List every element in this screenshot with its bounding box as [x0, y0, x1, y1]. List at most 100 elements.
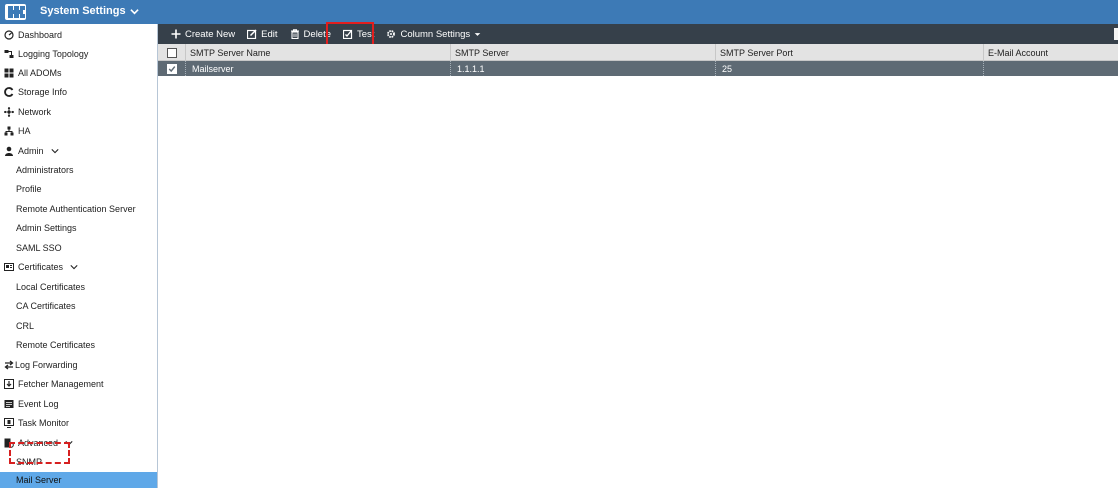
forward-icon [4, 359, 14, 370]
column-header-email-account[interactable]: E-Mail Account [984, 44, 1118, 61]
create-new-label: Create New [185, 28, 236, 40]
app-logo-icon[interactable] [5, 4, 26, 20]
edit-button[interactable]: Edit [241, 24, 283, 44]
delete-button[interactable]: Delete [284, 24, 337, 44]
sidebar-item-dashboard[interactable]: Dashboard [0, 25, 157, 44]
sidebar-item-label: Certificates [18, 261, 64, 272]
system-settings-menu[interactable]: System Settings [40, 5, 139, 17]
sidebar-item-label: All ADOMs [18, 67, 62, 78]
sidebar-item-event-log[interactable]: Event Log [0, 394, 157, 413]
column-header-smtp-server-port[interactable]: SMTP Server Port [716, 44, 984, 61]
ha-icon [4, 126, 14, 136]
sidebar-item-label: Local Certificates [16, 281, 86, 292]
sidebar-item-label: SNMP [16, 456, 43, 467]
chevron-down-icon [70, 264, 78, 269]
delete-label: Delete [303, 28, 332, 40]
column-header-label: SMTP Server [455, 47, 509, 58]
sidebar-item-snmp[interactable]: SNMP [0, 452, 157, 471]
sidebar-item-ha[interactable]: HA [0, 121, 157, 140]
adoms-icon [4, 68, 14, 78]
app-title-label: System Settings [40, 5, 126, 17]
cell-text: 1.1.1.1 [457, 63, 485, 74]
column-header-smtp-server[interactable]: SMTP Server [451, 44, 716, 61]
cell-smtp-server: 1.1.1.1 [451, 61, 716, 76]
topology-icon [4, 49, 14, 59]
column-header-label: SMTP Server Port [720, 47, 793, 58]
sidebar-item-fetcher-management[interactable]: Fetcher Management [0, 374, 157, 393]
toolbar: Create New Edit Delete Test Column Setti… [158, 24, 1118, 44]
sidebar-item-label: Task Monitor [18, 417, 70, 428]
sidebar-item-saml-sso[interactable]: SAML SSO [0, 238, 157, 257]
test-button[interactable]: Test [337, 24, 380, 44]
sidebar-item-crl[interactable]: CRL [0, 316, 157, 335]
sidebar-item-admin[interactable]: Admin [0, 141, 157, 160]
sidebar-item-label: Event Log [18, 398, 59, 409]
row-checkbox[interactable] [167, 63, 177, 74]
column-header-label: E-Mail Account [988, 47, 1049, 58]
edit-icon [247, 29, 257, 39]
sidebar-item-label: SAML SSO [16, 242, 62, 253]
caret-down-icon [474, 32, 481, 36]
dashboard-icon [4, 29, 14, 40]
toolbar-search-edge[interactable] [1114, 28, 1118, 40]
sidebar-item-label: Network [18, 106, 52, 117]
sidebar-item-advanced[interactable]: Advanced [0, 433, 157, 452]
cell-text: Mailserver [192, 63, 234, 74]
sidebar-item-task-monitor[interactable]: Task Monitor [0, 413, 157, 432]
sidebar-item-label: CA Certificates [16, 300, 76, 311]
checkmark-icon [168, 65, 176, 72]
sidebar-item-all-adoms[interactable]: All ADOMs [0, 63, 157, 82]
sidebar-item-label: Admin [18, 145, 44, 156]
sidebar-item-label: Advanced [18, 437, 59, 448]
certificate-icon [4, 262, 14, 272]
sidebar-item-log-forwarding[interactable]: Log Forwarding [0, 355, 157, 374]
column-settings-button[interactable]: Column Settings [380, 24, 487, 44]
sidebar-item-administrators[interactable]: Administrators [0, 160, 157, 179]
sidebar-item-label: Admin Settings [16, 222, 77, 233]
sidebar-item-label: CRL [16, 320, 35, 331]
storage-icon [4, 86, 14, 97]
sidebar-item-profile[interactable]: Profile [0, 179, 157, 198]
column-header-label: SMTP Server Name [190, 47, 271, 58]
select-all-checkbox[interactable] [167, 47, 177, 58]
sidebar-item-remote-authentication-server[interactable]: Remote Authentication Server [0, 199, 157, 218]
table-row[interactable]: Mailserver 1.1.1.1 25 [158, 61, 1118, 76]
advanced-icon [4, 438, 14, 448]
sidebar-item-label: Administrators [16, 164, 74, 175]
row-checkbox-cell[interactable] [158, 61, 186, 76]
chevron-down-icon [65, 440, 73, 445]
sidebar-item-label: Logging Topology [18, 48, 89, 59]
sidebar-item-ca-certificates[interactable]: CA Certificates [0, 296, 157, 315]
cell-smtp-server-port: 25 [716, 61, 984, 76]
cell-text: 25 [722, 63, 733, 74]
user-icon [4, 146, 14, 156]
sidebar-item-local-certificates[interactable]: Local Certificates [0, 277, 157, 296]
top-bar: System Settings [0, 0, 1118, 24]
table-header: SMTP Server Name SMTP Server SMTP Server… [158, 44, 1118, 61]
column-settings-label: Column Settings [400, 28, 471, 40]
task-monitor-icon [4, 417, 14, 428]
sidebar-item-label: Storage Info [18, 86, 68, 97]
select-all-checkbox-cell[interactable] [158, 44, 186, 61]
sidebar-item-mail-server[interactable]: Mail Server [0, 472, 157, 488]
sidebar-item-logging-topology[interactable]: Logging Topology [0, 44, 157, 63]
test-label: Test [357, 28, 375, 40]
test-icon [343, 29, 353, 39]
fetcher-icon [4, 378, 14, 389]
sidebar-item-label: Remote Authentication Server [16, 203, 136, 214]
chevron-down-icon [50, 148, 59, 153]
sidebar-item-storage-info[interactable]: Storage Info [0, 82, 157, 101]
sidebar-item-admin-settings[interactable]: Admin Settings [0, 218, 157, 237]
sidebar-item-label: Fetcher Management [18, 378, 104, 389]
create-new-button[interactable]: Create New [158, 24, 241, 44]
column-header-smtp-server-name[interactable]: SMTP Server Name [186, 44, 451, 61]
sidebar-item-remote-certificates[interactable]: Remote Certificates [0, 335, 157, 354]
trash-icon [290, 29, 299, 39]
sidebar-item-label: Remote Certificates [16, 339, 96, 350]
sidebar-item-certificates[interactable]: Certificates [0, 257, 157, 276]
sidebar-item-label: Dashboard [18, 29, 63, 40]
sidebar-item-network[interactable]: Network [0, 102, 157, 121]
plus-icon [171, 29, 181, 39]
network-icon [4, 106, 14, 117]
event-log-icon [4, 399, 14, 409]
